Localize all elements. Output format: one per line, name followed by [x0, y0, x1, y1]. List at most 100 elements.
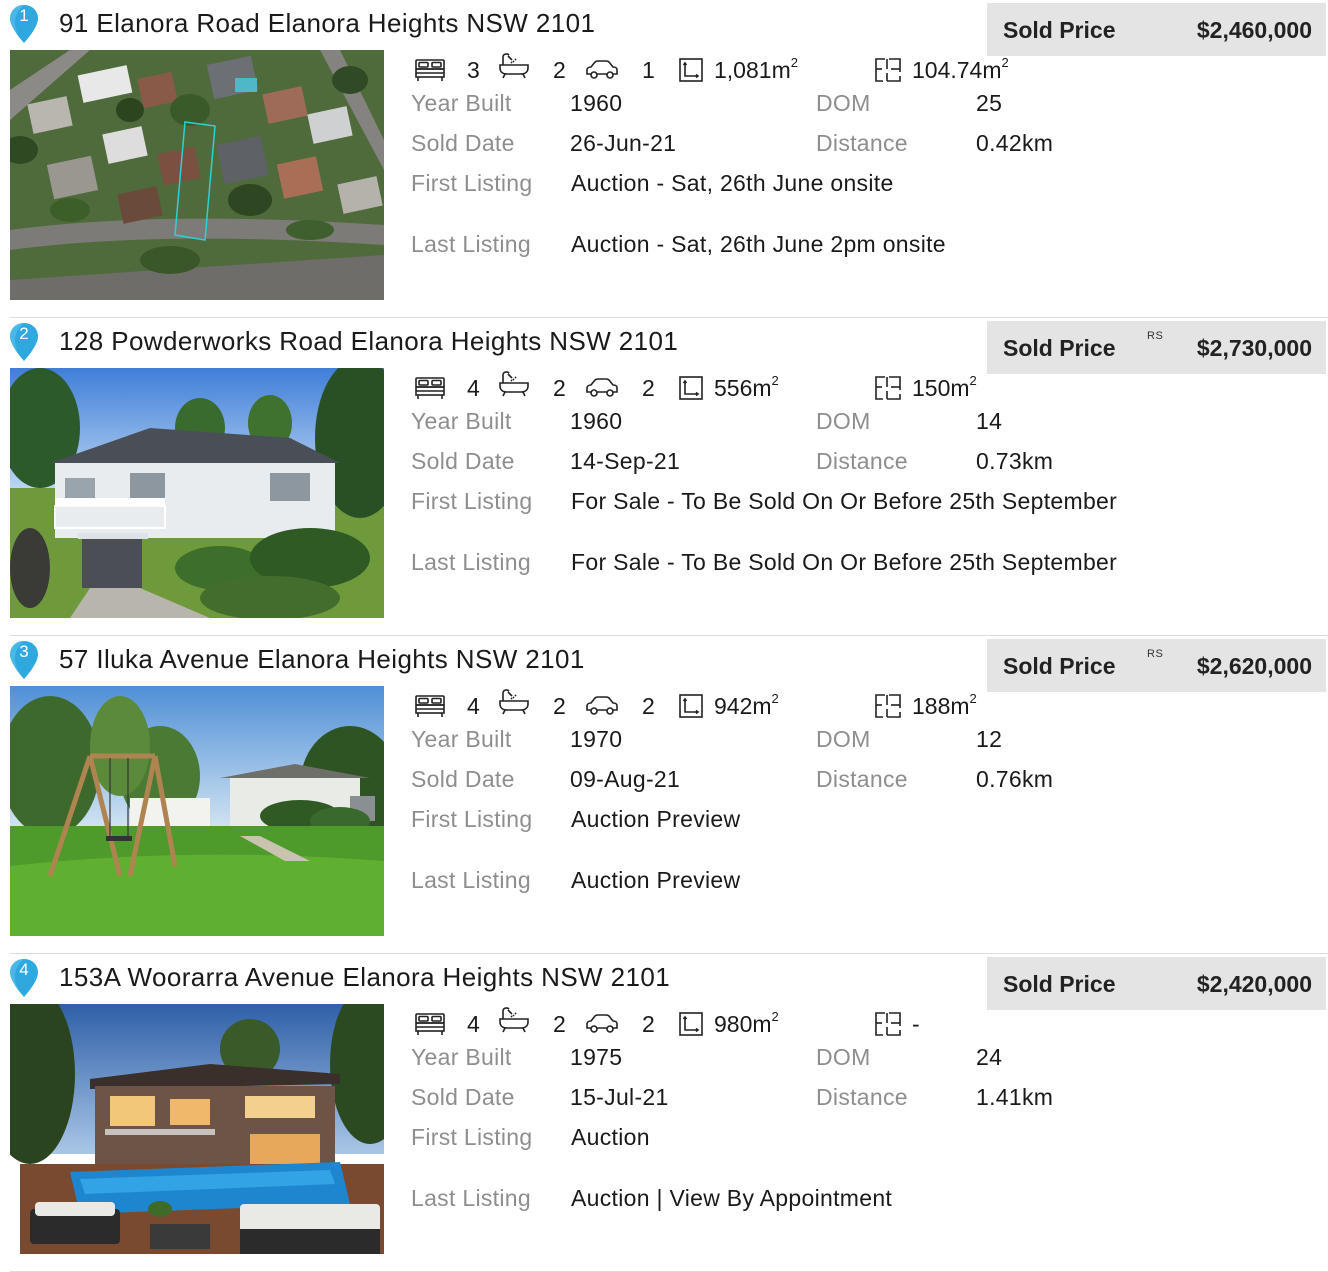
- sold-price-label: Sold Price: [1003, 335, 1116, 361]
- bed-icon: [415, 695, 445, 717]
- sold-price-value: $2,620,000: [1196, 653, 1312, 679]
- floor-area: 150m2: [912, 373, 977, 401]
- land-size: 980m2: [714, 1009, 779, 1037]
- first-listing-value: For Sale - To Be Sold On Or Before 25th …: [571, 488, 1118, 514]
- car-spaces-count: 2: [642, 1011, 655, 1037]
- property-photo[interactable]: [10, 1004, 384, 1254]
- sold-price-label: Sold Price: [1003, 653, 1116, 679]
- property-address[interactable]: 57 Iluka Avenue Elanora Heights NSW 2101: [59, 644, 585, 675]
- bed-icon: [415, 59, 445, 81]
- bedrooms-count: 4: [467, 1011, 480, 1037]
- car-spaces-count: 1: [642, 57, 655, 83]
- sold-price-box: Sold Price $2,420,000: [987, 957, 1326, 1010]
- last-listing-label: Last Listing: [411, 1185, 531, 1211]
- first-listing-label: First Listing: [411, 170, 533, 196]
- car-spaces-count: 2: [642, 375, 655, 401]
- land-size: 1,081m2: [714, 55, 798, 83]
- property-listing-3: 3 57 Iluka Avenue Elanora Heights NSW 21…: [0, 636, 1328, 954]
- sold-date-value: 14-Sep-21: [570, 448, 681, 474]
- property-features: 4 2: [412, 689, 1112, 721]
- distance-value: 0.73km: [976, 448, 1054, 474]
- bathrooms-count: 2: [553, 375, 566, 401]
- property-photo[interactable]: [10, 368, 384, 618]
- first-listing-value: Auction: [571, 1124, 650, 1150]
- car-icon: [586, 1014, 618, 1033]
- last-listing-value: Auction Preview: [571, 867, 741, 893]
- listing-number: 3: [19, 642, 29, 661]
- land-size: 556m2: [714, 373, 779, 401]
- listing-number: 2: [19, 324, 29, 343]
- year-built-label: Year Built: [411, 90, 512, 116]
- dom-value: 25: [976, 90, 1003, 116]
- property-features: 3 2 1 1,081m2 104.74m2: [412, 53, 1112, 85]
- dom-value: 12: [976, 726, 1003, 752]
- bathrooms-count: 2: [553, 693, 566, 719]
- floor-area: 104.74m2: [912, 55, 1009, 83]
- floor-plan-icon: [875, 376, 901, 400]
- car-spaces-count: 2: [642, 693, 655, 719]
- sold-price-value: $2,460,000: [1196, 17, 1312, 43]
- bath-icon: [499, 53, 529, 79]
- bed-icon: [415, 377, 445, 399]
- land-size-icon: [679, 58, 703, 82]
- dom-label: DOM: [816, 726, 871, 752]
- year-built-value: 1960: [570, 408, 623, 434]
- sold-price-label: Sold Price: [1003, 971, 1116, 997]
- year-built-label: Year Built: [411, 1044, 512, 1070]
- bathrooms-count: 2: [553, 1011, 566, 1037]
- first-listing-label: First Listing: [411, 488, 533, 514]
- rs-badge: RS: [1147, 330, 1164, 342]
- dom-label: DOM: [816, 1044, 871, 1070]
- first-listing-label: First Listing: [411, 1124, 533, 1150]
- last-listing-label: Last Listing: [411, 549, 531, 575]
- last-listing-value: Auction - Sat, 26th June 2pm onsite: [571, 231, 946, 257]
- property-address[interactable]: 153A Woorarra Avenue Elanora Heights NSW…: [59, 962, 670, 993]
- dom-label: DOM: [816, 408, 871, 434]
- property-listing-1: 1 91 Elanora Road Elanora Heights NSW 21…: [0, 0, 1328, 318]
- rs-badge: RS: [1147, 648, 1164, 660]
- listing-number: 4: [19, 960, 29, 979]
- first-listing-value: Auction Preview: [571, 806, 741, 832]
- land-size: 942m2: [714, 691, 779, 719]
- dom-label: DOM: [816, 90, 871, 116]
- distance-label: Distance: [816, 448, 908, 474]
- sold-date-value: 26-Jun-21: [570, 130, 677, 156]
- land-size-icon: [679, 1012, 703, 1036]
- sold-date-value: 09-Aug-21: [570, 766, 681, 792]
- property-photo[interactable]: [10, 50, 384, 300]
- photo-image: [10, 50, 384, 300]
- distance-label: Distance: [816, 1084, 908, 1110]
- property-address[interactable]: 128 Powderworks Road Elanora Heights NSW…: [59, 326, 678, 357]
- photo-image: [10, 368, 384, 618]
- sold-date-label: Sold Date: [411, 448, 515, 474]
- bath-icon: [499, 371, 529, 397]
- sold-price-value: $2,420,000: [1196, 971, 1312, 997]
- distance-value: 0.42km: [976, 130, 1054, 156]
- dom-value: 14: [976, 408, 1003, 434]
- floor-plan-icon: [875, 58, 901, 82]
- dom-value: 24: [976, 1044, 1003, 1070]
- car-icon: [586, 696, 618, 715]
- last-listing-label: Last Listing: [411, 231, 531, 257]
- car-icon: [586, 60, 618, 79]
- property-photo[interactable]: [10, 686, 384, 936]
- bed-icon: [415, 1013, 445, 1035]
- last-listing-label: Last Listing: [411, 867, 531, 893]
- year-built-label: Year Built: [411, 408, 512, 434]
- land-size-icon: [679, 376, 703, 400]
- last-listing-value: For Sale - To Be Sold On Or Before 25th …: [571, 549, 1118, 575]
- sold-price-label: Sold Price: [1003, 17, 1116, 43]
- bathrooms-count: 2: [553, 57, 566, 83]
- sold-date-label: Sold Date: [411, 130, 515, 156]
- sold-price-box: Sold Price RS $2,730,000: [987, 321, 1326, 374]
- property-listing-2: 2 128 Powderworks Road Elanora Heights N…: [0, 318, 1328, 636]
- sold-date-label: Sold Date: [411, 1084, 515, 1110]
- year-built-value: 1960: [570, 90, 623, 116]
- map-pin-marker: 4: [8, 958, 40, 998]
- distance-label: Distance: [816, 766, 908, 792]
- bedrooms-count: 4: [467, 693, 480, 719]
- floor-area: -m2: [912, 1011, 920, 1037]
- distance-value: 1.41km: [976, 1084, 1054, 1110]
- floor-area: 188m2: [912, 691, 977, 719]
- property-address[interactable]: 91 Elanora Road Elanora Heights NSW 2101: [59, 8, 595, 39]
